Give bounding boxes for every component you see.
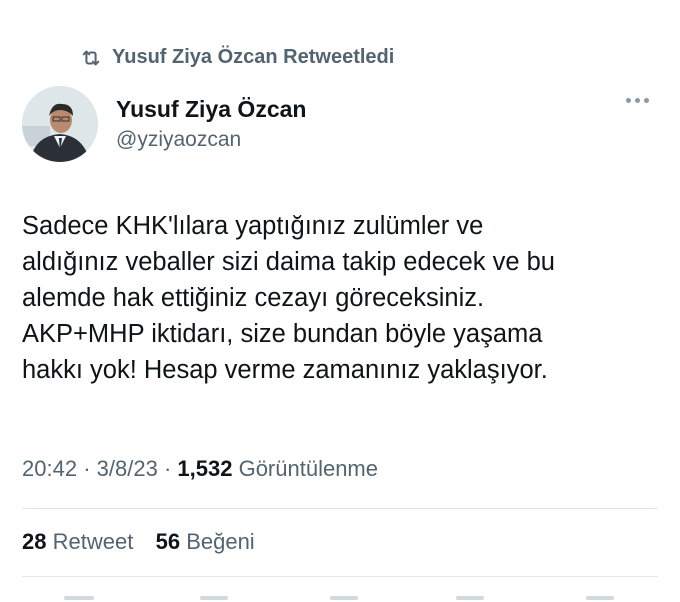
more-options-icon[interactable]: [626, 98, 649, 103]
like-count: 56: [155, 529, 181, 554]
engagement-stats: 28 Retweet 56 Beğeni: [22, 529, 255, 555]
tweet-text-line: AKP+MHP iktidarı, size bundan böyle yaşa…: [22, 320, 543, 348]
retweeted-by-label: Yusuf Ziya Özcan Retweetledi: [112, 46, 395, 68]
tweet-text-line: aldığınız veballer sizi daima takip edec…: [22, 248, 555, 276]
retweet-label: Retweet: [52, 529, 134, 554]
avatar[interactable]: [22, 86, 98, 162]
retweet-stat[interactable]: 28 Retweet: [22, 529, 133, 554]
tweet-text: Sadece KHK'lılara yaptığınız zulümler ve…: [22, 208, 662, 388]
author-block[interactable]: Yusuf Ziya Özcan @yziyaozcan: [116, 95, 306, 153]
tweet-text-line: hakkı yok! Hesap verme zamanınız yaklaşı…: [22, 356, 548, 384]
author-handle[interactable]: @yziyaozcan: [116, 127, 306, 153]
view-label: Görüntülenme: [238, 456, 378, 481]
retweeted-by-line[interactable]: Yusuf Ziya Özcan Retweetledi: [80, 46, 394, 69]
tweet-date[interactable]: 3/8/23: [97, 456, 158, 481]
like-label: Beğeni: [186, 529, 255, 554]
like-icon[interactable]: [330, 596, 358, 600]
author-name[interactable]: Yusuf Ziya Özcan: [116, 95, 306, 123]
divider: [22, 508, 658, 509]
bookmark-icon[interactable]: [456, 596, 484, 600]
separator-dot: ·: [83, 456, 91, 481]
divider: [22, 576, 658, 577]
view-count: 1,532: [177, 456, 233, 481]
share-icon[interactable]: [586, 596, 614, 600]
separator-dot: ·: [163, 456, 172, 481]
tweet-meta: 20:42 · 3/8/23 · 1,532 Görüntülenme: [22, 456, 378, 482]
profile-photo: [22, 86, 98, 162]
tweet-text-line: Sadece KHK'lılara yaptığınız zulümler ve: [22, 212, 484, 240]
action-bar-partial: [0, 594, 680, 602]
tweet-text-line: alemde hak ettiğiniz cezayı göreceksiniz…: [22, 284, 485, 312]
retweet-icon: [82, 50, 100, 65]
tweet-time[interactable]: 20:42: [22, 456, 77, 481]
reply-icon[interactable]: [64, 596, 94, 600]
retweet-count: 28: [22, 529, 47, 554]
like-stat[interactable]: 56 Beğeni: [156, 529, 255, 554]
retweet-action-icon[interactable]: [200, 596, 228, 600]
